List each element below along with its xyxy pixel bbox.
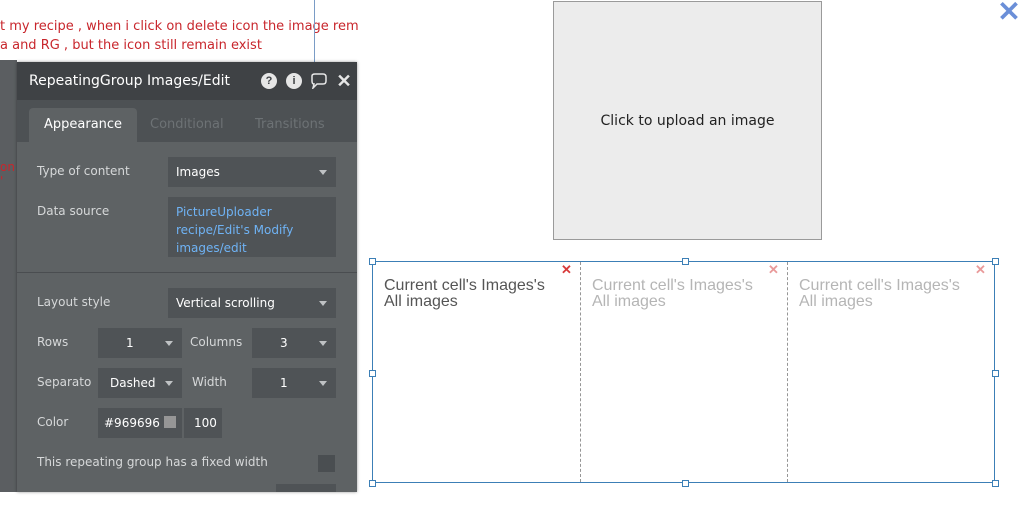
background-text-line1: t my recipe , when i click on delete ico… <box>0 19 359 34</box>
tab-transitions[interactable]: Transitions <box>255 108 325 142</box>
tab-conditional[interactable]: Conditional <box>150 108 224 142</box>
color-hex-value: #969696 <box>104 416 160 430</box>
comment-icon[interactable] <box>310 73 327 91</box>
property-editor-panel: RepeatingGroup Images/Edit ? i ✕ Appeara… <box>17 62 357 492</box>
tab-appearance[interactable]: Appearance <box>29 108 138 142</box>
resize-handle[interactable] <box>992 258 999 265</box>
resize-handle[interactable] <box>369 480 376 487</box>
rows-value: 1 <box>126 336 134 350</box>
data-source-expression[interactable]: PictureUploader recipe/Edit's Modify ima… <box>168 197 336 257</box>
chevron-down-icon <box>165 341 173 346</box>
layout-style-value: Vertical scrolling <box>176 296 275 310</box>
chevron-down-icon <box>165 381 173 386</box>
resize-handle[interactable] <box>992 480 999 487</box>
chevron-down-icon <box>319 301 327 306</box>
picture-uploader[interactable]: Click to upload an image <box>553 1 822 240</box>
columns-dropdown[interactable]: 3 <box>252 328 336 358</box>
close-icon[interactable]: ✕ <box>336 72 352 90</box>
cell-text: Current cell's Images's All images <box>384 277 545 310</box>
rg-cell[interactable]: Current cell's Images's All images ✕ <box>373 262 580 482</box>
separator-label: Separato <box>37 375 92 389</box>
background-text-line2: a and RG , but the icon still remain exi… <box>0 38 262 53</box>
cell-text: Current cell's Images's All images <box>592 277 753 310</box>
rg-cell[interactable]: Current cell's Images's All images ✕ <box>787 262 994 482</box>
fixed-width-label: This repeating group has a fixed width <box>37 455 268 469</box>
background-text-line3: on ' <box>0 160 15 188</box>
data-source-label: Data source <box>37 204 110 218</box>
color-label: Color <box>37 415 69 429</box>
rows-dropdown[interactable]: 1 <box>98 328 182 358</box>
rows-label: Rows <box>37 335 69 349</box>
type-of-content-dropdown[interactable]: Images <box>168 157 336 187</box>
close-icon[interactable]: ✕ <box>997 0 1021 26</box>
layout-style-dropdown[interactable]: Vertical scrolling <box>168 288 336 318</box>
resize-handle[interactable] <box>369 370 376 377</box>
panel-title: RepeatingGroup Images/Edit <box>29 73 230 89</box>
rg-cell[interactable]: Current cell's Images's All images ✕ <box>580 262 787 482</box>
width-value: 1 <box>280 376 288 390</box>
type-of-content-value: Images <box>176 165 220 179</box>
chevron-down-icon <box>319 170 327 175</box>
width-dropdown[interactable]: 1 <box>252 368 336 398</box>
color-opacity-input[interactable]: 100 <box>184 408 222 438</box>
chevron-down-icon <box>319 381 327 386</box>
editor-gray-side: on ' <box>0 60 17 492</box>
resize-handle[interactable] <box>682 258 689 265</box>
info-icon[interactable]: i <box>286 73 302 89</box>
resize-handle[interactable] <box>992 370 999 377</box>
delete-icon[interactable]: ✕ <box>768 263 779 276</box>
question-icon[interactable]: ? <box>261 73 277 89</box>
resize-handle[interactable] <box>369 258 376 265</box>
upload-text: Click to upload an image <box>600 113 775 129</box>
delete-icon[interactable]: ✕ <box>561 263 572 276</box>
fixed-width-checkbox[interactable] <box>318 455 335 472</box>
type-of-content-label: Type of content <box>37 164 130 178</box>
color-opacity-value: 100 <box>194 416 217 430</box>
delete-icon[interactable]: ✕ <box>975 263 986 276</box>
color-swatch[interactable] <box>164 416 176 428</box>
section-divider <box>17 272 357 273</box>
tab-bar: Appearance Conditional Transitions <box>17 100 357 142</box>
data-source-value: PictureUploader recipe/Edit's Modify ima… <box>176 205 294 255</box>
repeating-group[interactable]: Current cell's Images's All images ✕ Cur… <box>372 261 995 483</box>
layout-style-label: Layout style <box>37 295 111 309</box>
separator-value: Dashed <box>110 376 156 390</box>
partial-field[interactable] <box>276 484 336 492</box>
resize-handle[interactable] <box>682 480 689 487</box>
editor-divider <box>314 0 315 62</box>
panel-header[interactable]: RepeatingGroup Images/Edit ? i ✕ <box>17 62 357 100</box>
separator-dropdown[interactable]: Dashed <box>98 368 182 398</box>
width-label: Width <box>192 375 227 389</box>
columns-value: 3 <box>280 336 288 350</box>
cell-text: Current cell's Images's All images <box>799 277 960 310</box>
columns-label: Columns <box>190 335 243 349</box>
chevron-down-icon <box>319 341 327 346</box>
